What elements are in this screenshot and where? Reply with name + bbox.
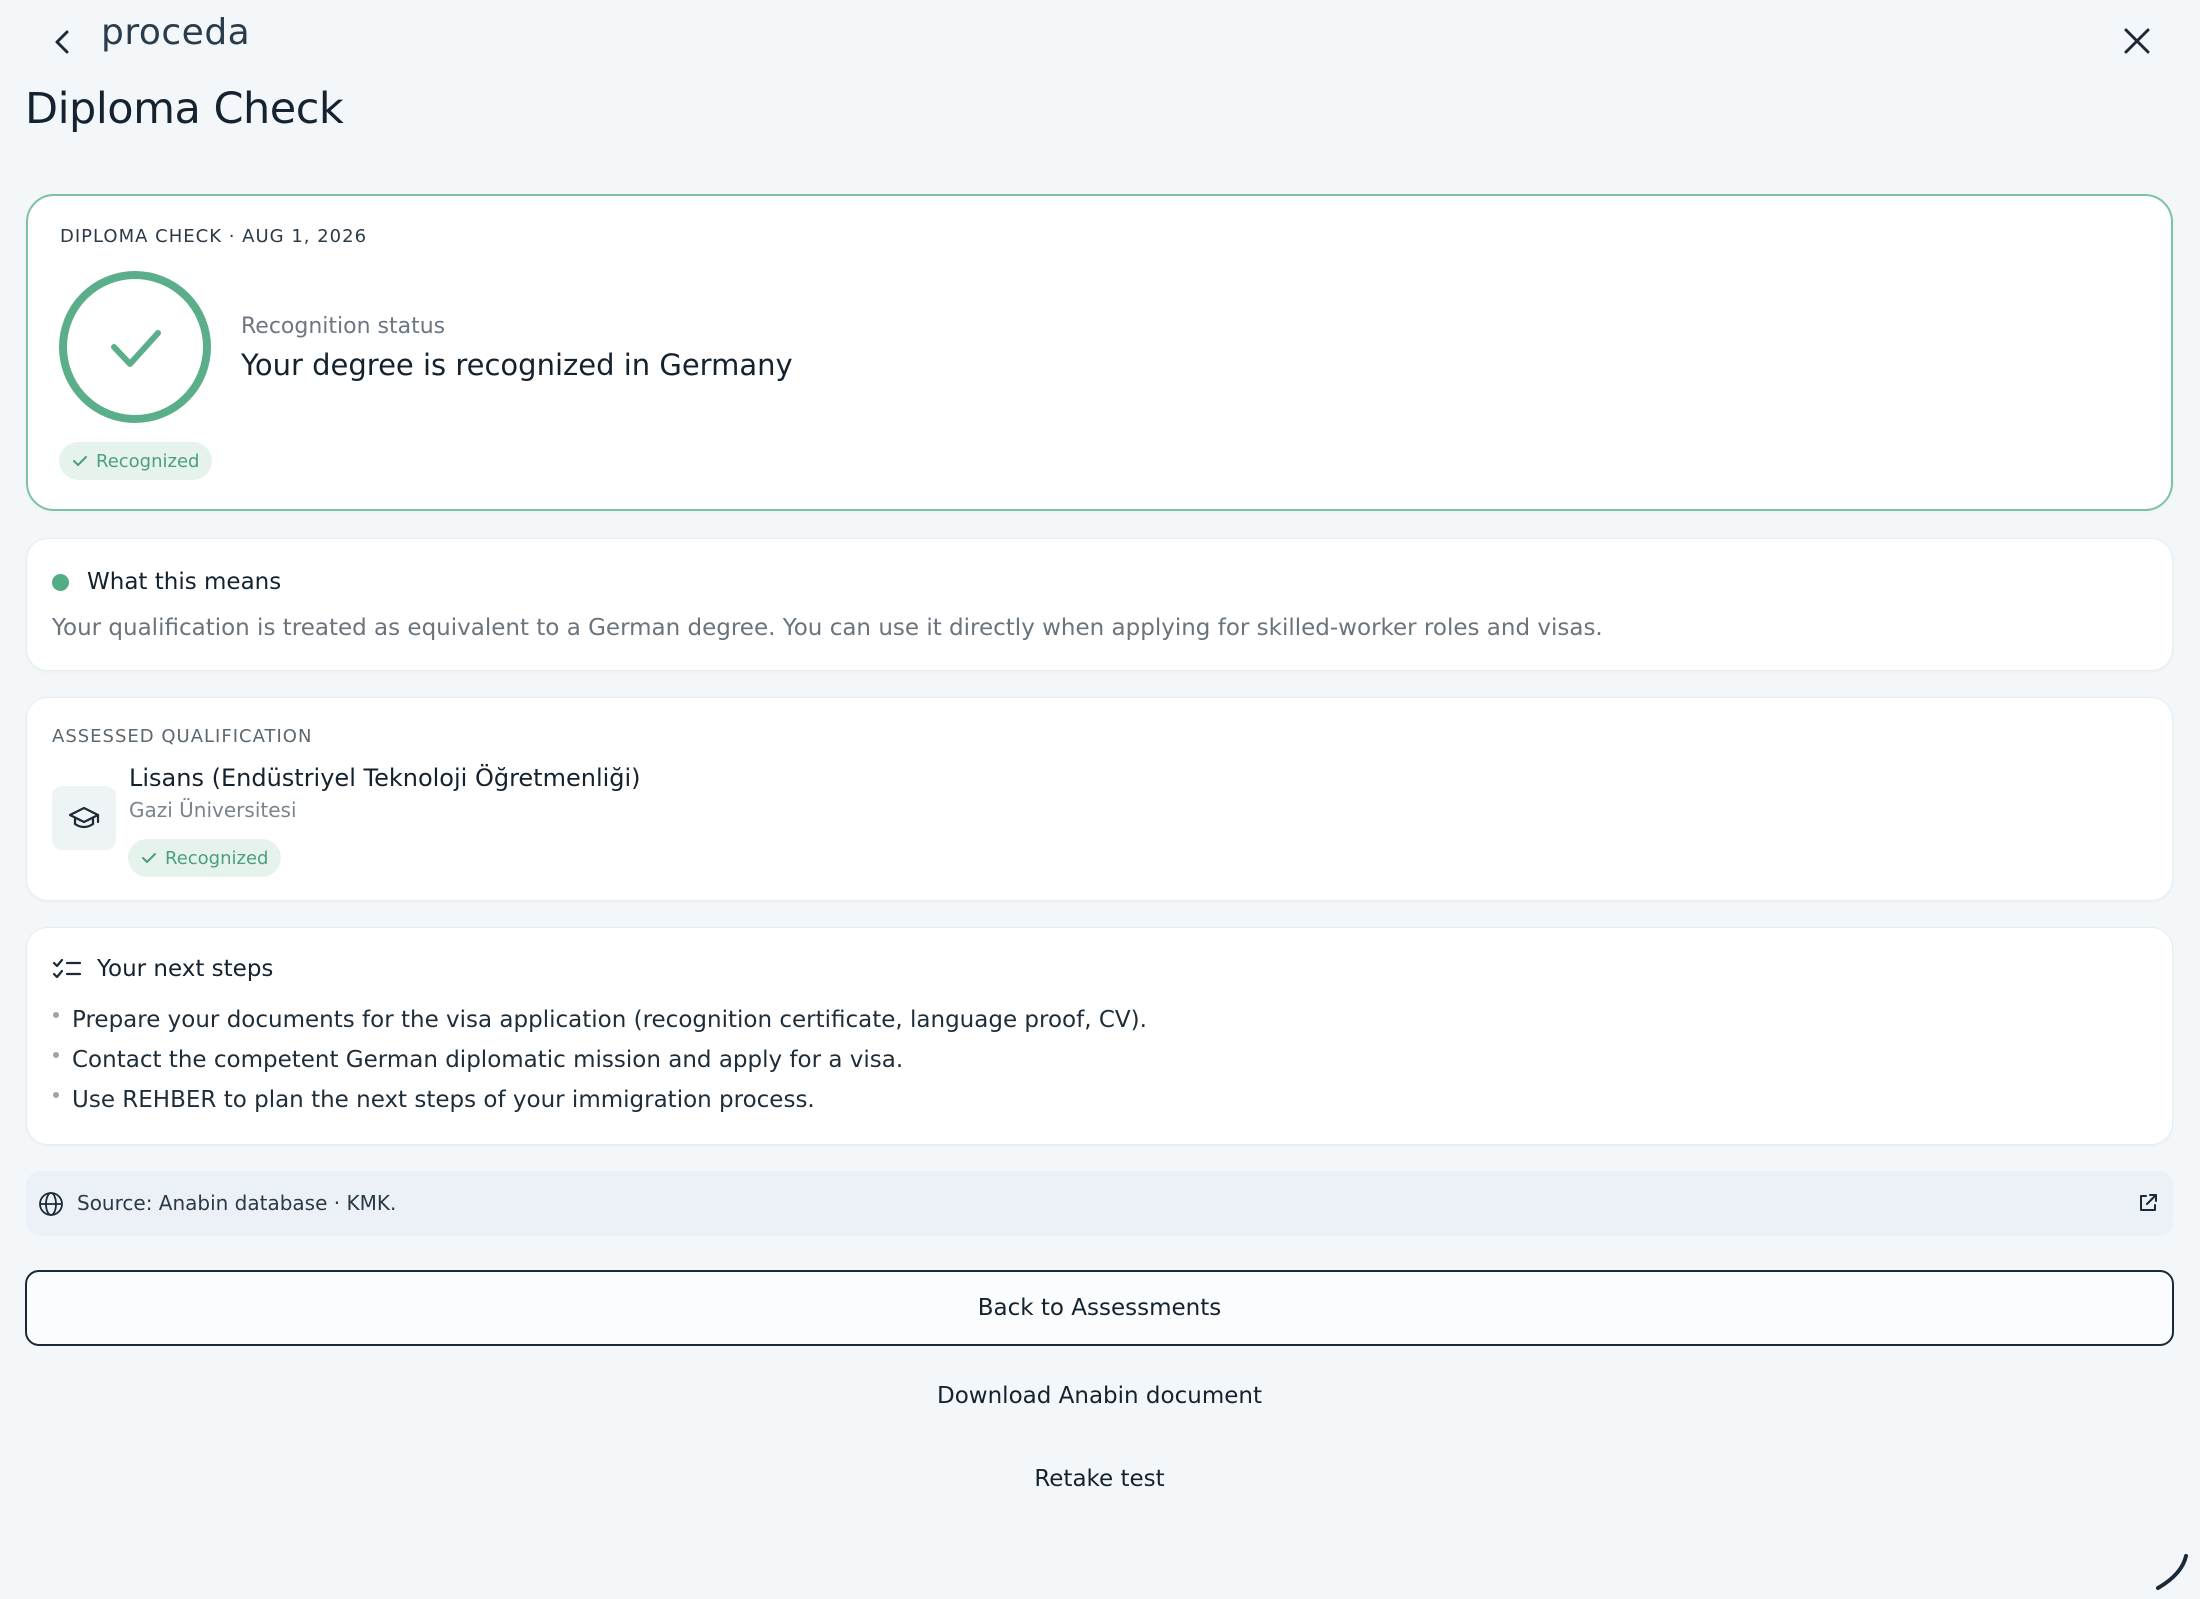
status-dot: [52, 574, 69, 591]
download-anabin-button[interactable]: Download Anabin document: [25, 1371, 2174, 1421]
steps-title: Your next steps: [97, 956, 274, 982]
recognition-status-card: DIPLOMA CHECK · AUG 1, 2026 Recognition …: [26, 194, 2173, 511]
qualification-eyebrow: ASSESSED QUALIFICATION: [52, 726, 313, 747]
qualification-icon-box: [52, 786, 116, 850]
status-headline: Your degree is recognized in Germany: [241, 348, 793, 382]
back-button[interactable]: [44, 24, 80, 60]
source-text: Source: Anabin database · KMK.: [77, 1191, 397, 1215]
retake-test-button[interactable]: Retake test: [25, 1454, 2174, 1504]
close-button[interactable]: [2118, 22, 2156, 60]
status-badge-label: Recognized: [96, 450, 200, 472]
page-title: Diploma Check: [25, 84, 344, 134]
qualification-university: Gazi Üniversitesi: [129, 798, 297, 822]
next-steps-card: Your next steps Prepare your documents f…: [26, 927, 2173, 1145]
checklist-icon: [52, 958, 82, 979]
status-label: Recognition status: [241, 314, 446, 339]
list-item: Contact the competent German diplomatic …: [52, 1040, 1147, 1080]
back-to-assessments-button[interactable]: Back to Assessments: [25, 1270, 2174, 1346]
loading-spinner-icon: [2156, 1554, 2188, 1590]
graduation-cap-icon: [68, 806, 100, 829]
list-item: Use REHBER to plan the next steps of you…: [52, 1080, 1147, 1120]
chevron-left-icon: [55, 30, 69, 54]
close-icon: [2124, 28, 2150, 54]
what-this-means-card: What this means Your qualification is tr…: [26, 538, 2173, 671]
qualification-badge: Recognized: [128, 839, 282, 877]
source-bar: Source: Anabin database · KMK.: [26, 1171, 2173, 1236]
external-link-icon[interactable]: [2136, 1191, 2160, 1215]
qualification-name: Lisans (Endüstriyel Teknoloji Öğretmenli…: [129, 764, 641, 792]
app-logo: proceda: [101, 12, 251, 53]
check-circle-icon: [59, 271, 211, 423]
steps-list: Prepare your documents for the visa appl…: [52, 1000, 1147, 1120]
check-icon: [142, 853, 156, 863]
top-bar: proceda: [0, 0, 2200, 80]
globe-icon: [39, 1192, 63, 1216]
assessed-qualification-card: ASSESSED QUALIFICATION Lisans (Endüstriy…: [26, 697, 2173, 901]
status-eyebrow: DIPLOMA CHECK · AUG 1, 2026: [60, 226, 368, 247]
status-badge: Recognized: [59, 442, 213, 480]
check-icon: [73, 456, 87, 466]
list-item: Prepare your documents for the visa appl…: [52, 1000, 1147, 1040]
qualification-badge-label: Recognized: [165, 847, 269, 869]
means-title: What this means: [87, 569, 282, 595]
means-text: Your qualification is treated as equival…: [52, 615, 1603, 641]
